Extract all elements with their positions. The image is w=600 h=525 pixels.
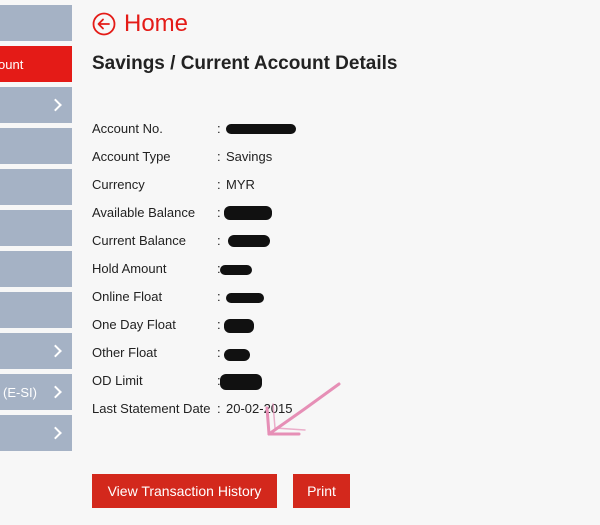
redaction-mark [226,293,264,303]
detail-separator: : [217,121,221,136]
detail-label: Account No. [92,121,163,136]
detail-label: Last Statement Date [92,401,211,416]
view-transaction-history-button[interactable]: View Transaction History [92,474,277,508]
detail-separator: : [217,345,221,360]
sidebar-item-10[interactable] [0,415,72,451]
detail-separator: : [217,205,221,220]
sidebar-item-account[interactable]: ount [0,46,72,82]
sidebar-item-8[interactable] [0,333,72,369]
detail-label: Current Balance [92,233,186,248]
detail-separator: : [217,177,221,192]
detail-label: Other Float [92,345,158,360]
detail-separator: : [217,149,221,164]
sidebar-item-5[interactable] [0,210,72,246]
sidebar: ount (E-SI) [0,0,72,525]
detail-label: OD Limit [92,373,143,388]
redaction-mark [224,319,254,333]
detail-separator: : [217,401,221,416]
sidebar-item-2[interactable] [0,87,72,123]
detail-value: MYR [226,177,255,192]
home-link[interactable]: Home [92,10,188,38]
detail-label: One Day Float [92,317,176,332]
detail-row-one-day-float: One Day Float : [92,311,392,339]
detail-label: Account Type [92,149,171,164]
detail-row-od-limit: OD Limit : [92,367,392,395]
detail-row-current-balance: Current Balance : [92,227,392,255]
detail-value: Savings [226,149,273,164]
sidebar-item-esi[interactable]: (E-SI) [0,374,72,410]
sidebar-item-3[interactable] [0,128,72,164]
detail-row-available-balance: Available Balance : [92,199,392,227]
back-arrow-icon [92,12,116,36]
annotation-arrow-icon [265,382,341,436]
detail-separator: : [217,289,221,304]
detail-label: Available Balance [92,205,196,220]
detail-label: Online Float [92,289,163,304]
page-title: Savings / Current Account Details [92,53,398,74]
detail-row-account-type: Account Type : Savings [92,143,392,171]
sidebar-item-6[interactable] [0,251,72,287]
detail-row-hold-amount: Hold Amount : [92,255,392,283]
account-details: Account No. : Account Type : Savings Cur… [92,115,392,423]
chevron-right-icon [49,426,62,440]
detail-label: Hold Amount [92,261,167,276]
redaction-mark [220,265,252,275]
sidebar-item-7[interactable] [0,292,72,328]
detail-row-online-float: Online Float : [92,283,392,311]
sidebar-item-4[interactable] [0,169,72,205]
print-button[interactable]: Print [293,474,350,508]
redaction-mark [224,349,250,361]
detail-separator: : [217,233,221,248]
redaction-mark [226,124,296,134]
detail-row-account-no: Account No. : [92,115,392,143]
detail-row-currency: Currency : MYR [92,171,392,199]
sidebar-item-label: ount [0,56,24,72]
sidebar-item-label: (E-SI) [3,384,37,400]
detail-row-other-float: Other Float : [92,339,392,367]
chevron-right-icon [49,98,62,112]
redaction-mark [224,206,272,220]
detail-separator: : [217,317,221,332]
sidebar-item-0[interactable] [0,5,72,41]
home-label: Home [124,10,189,37]
detail-label: Currency [92,177,145,192]
chevron-right-icon [49,344,62,358]
redaction-mark [228,235,270,247]
detail-row-last-statement-date: Last Statement Date : 20-02-2015 [92,395,392,423]
chevron-right-icon [49,385,62,399]
